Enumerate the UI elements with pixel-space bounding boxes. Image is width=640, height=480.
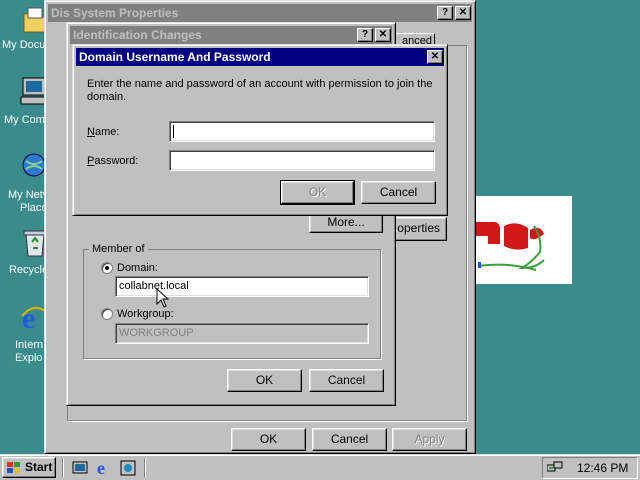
system-properties-title: Dis System Properties: [51, 6, 179, 20]
identification-changes-titlebar[interactable]: Identification Changes: [70, 26, 392, 44]
properties-button[interactable]: operties: [389, 217, 447, 241]
identification-cancel-button[interactable]: Cancel: [309, 369, 384, 392]
taskbar-separator: [144, 458, 146, 477]
workgroup-radio[interactable]: [101, 308, 113, 320]
domain-credentials-title: Domain Username And Password: [79, 50, 271, 64]
name-label: Name:: [87, 126, 120, 138]
identification-changes-help-button[interactable]: ?: [357, 28, 373, 42]
domain-credentials-cancel-button[interactable]: Cancel: [361, 181, 436, 204]
recycle-bin-label[interactable]: Recycle: [9, 264, 48, 277]
domain-credentials-dialog: Domain Username And Password ✕ Enter the…: [72, 44, 448, 216]
start-label: Start: [25, 460, 53, 474]
system-properties-help-button[interactable]: ?: [437, 6, 453, 20]
name-input[interactable]: [169, 121, 435, 142]
quick-launch-separator: [62, 458, 64, 477]
workgroup-label[interactable]: Workgroup:: [117, 307, 174, 321]
my-documents-label[interactable]: My Docu: [2, 39, 45, 52]
workgroup-input[interactable]: WORKGROUP: [115, 323, 369, 344]
internet-explorer-label[interactable]: Intern: [15, 339, 43, 352]
quick-launch-channels-icon[interactable]: [120, 460, 136, 476]
taskbar: Start e 12:46 PM: [0, 454, 640, 480]
domain-credentials-titlebar[interactable]: Domain Username And Password: [76, 48, 444, 66]
svg-text:e: e: [97, 459, 105, 477]
password-input[interactable]: [169, 150, 435, 171]
mouse-cursor-icon: [156, 287, 170, 308]
system-properties-close-button[interactable]: ✕: [455, 6, 471, 20]
identification-changes-title: Identification Changes: [73, 28, 202, 42]
internet-explorer-label-2[interactable]: Explo: [15, 352, 43, 365]
system-properties-cancel-button[interactable]: Cancel: [312, 428, 387, 451]
domain-radio[interactable]: [101, 262, 113, 274]
domain-credentials-instructions: Enter the name and password of an accoun…: [87, 78, 433, 103]
windows-logo-icon: [7, 461, 21, 473]
member-of-label: Member of: [89, 242, 148, 256]
start-button[interactable]: Start: [2, 457, 56, 478]
network-tray-icon[interactable]: [546, 461, 563, 475]
domain-credentials-ok-button[interactable]: OK: [280, 180, 355, 205]
system-tray: 12:46 PM: [542, 457, 638, 479]
identification-changes-close-button[interactable]: ✕: [375, 28, 391, 42]
system-properties-titlebar[interactable]: Dis System Properties: [48, 4, 472, 22]
svg-text:e: e: [22, 302, 35, 332]
domain-label[interactable]: Domain:: [117, 261, 158, 275]
clock[interactable]: 12:46 PM: [577, 461, 628, 475]
identification-ok-button[interactable]: OK: [227, 369, 302, 392]
domain-input[interactable]: collabnet.local: [115, 276, 369, 297]
system-properties-apply-button[interactable]: Apply: [392, 428, 467, 451]
domain-credentials-close-button[interactable]: ✕: [427, 50, 443, 64]
show-desktop-icon[interactable]: [72, 460, 88, 476]
password-label: Password:: [87, 155, 139, 167]
system-properties-ok-button[interactable]: OK: [231, 428, 306, 451]
quick-launch-ie-icon[interactable]: e: [96, 458, 112, 478]
text-caret: [173, 125, 174, 138]
wallpaper-logo: [474, 196, 572, 284]
